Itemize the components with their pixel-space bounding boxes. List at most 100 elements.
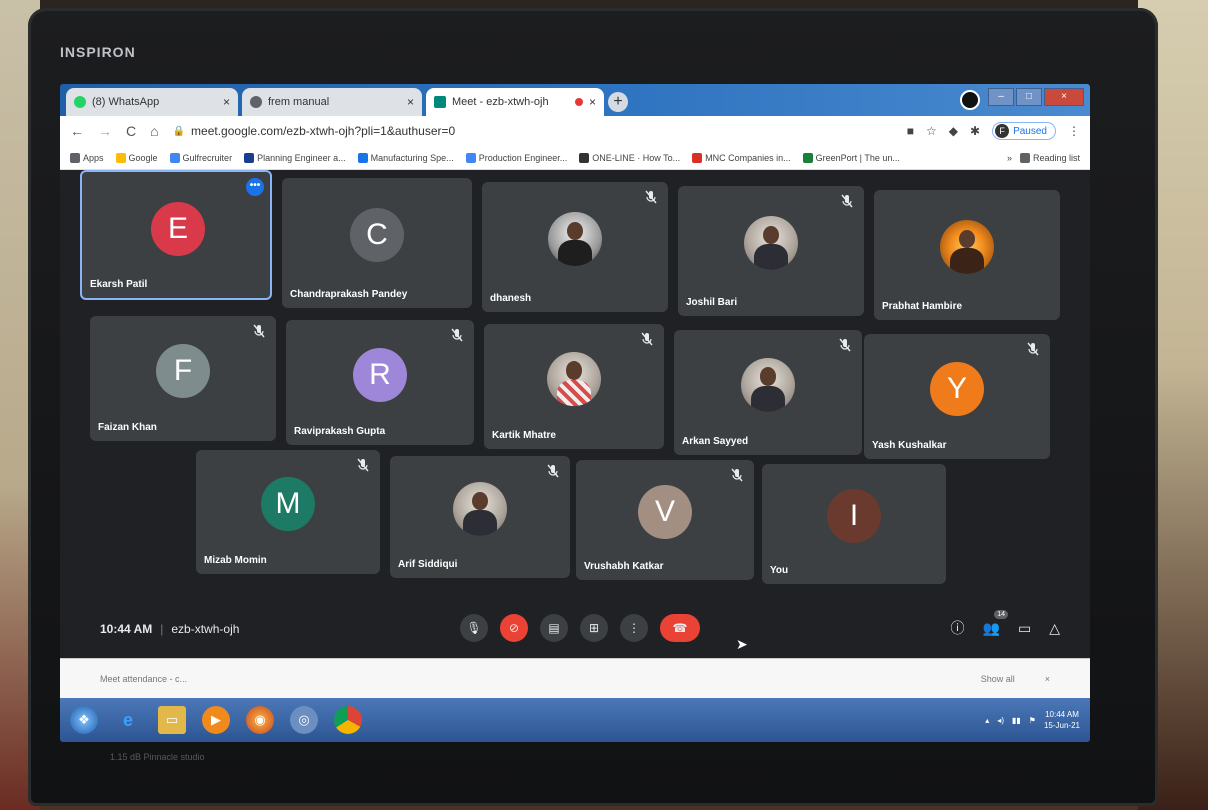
microphone-icon: 🎙 bbox=[466, 621, 482, 635]
bookmark-item[interactable]: Apps bbox=[70, 152, 104, 163]
participant-avatar: V bbox=[638, 485, 692, 539]
participant-tile[interactable]: C Chandraprakash Pandey bbox=[282, 178, 472, 308]
bookmark-item[interactable]: ONE-LINE · How To... bbox=[579, 152, 681, 163]
participant-tile[interactable]: M Mizab Momin bbox=[196, 450, 380, 574]
present-button[interactable]: ⊞ bbox=[580, 614, 608, 642]
participant-tile[interactable]: Arif Siddiqui bbox=[390, 456, 570, 578]
participant-name: Kartik Mhatre bbox=[492, 430, 556, 441]
extension-icon[interactable]: ◆ bbox=[949, 124, 958, 138]
bookmark-label: Google bbox=[128, 152, 158, 163]
reading-list-button[interactable]: Reading list bbox=[1019, 152, 1080, 163]
close-icon[interactable]: × bbox=[223, 95, 230, 109]
leave-call-button[interactable]: ☎ bbox=[660, 614, 700, 642]
windows-start-icon[interactable]: ❖ bbox=[70, 706, 98, 734]
bookmark-item[interactable]: Manufacturing Spe... bbox=[357, 152, 454, 163]
meeting-code: ezb-xtwh-ojh bbox=[171, 622, 240, 636]
bookmark-item[interactable]: Google bbox=[115, 152, 158, 163]
participant-tile[interactable]: E Ekarsh Patil ••• bbox=[80, 170, 272, 300]
chrome-icon[interactable] bbox=[334, 706, 362, 734]
file-explorer-icon[interactable]: ▭ bbox=[158, 706, 186, 734]
participant-tile[interactable]: Kartik Mhatre bbox=[484, 324, 664, 449]
show-all-link[interactable]: Show all bbox=[981, 674, 1015, 684]
close-downloads-icon[interactable]: × bbox=[1045, 674, 1050, 684]
address-bar[interactable]: 🔒 meet.google.com/ezb-xtwh-ojh?pli=1&aut… bbox=[173, 124, 893, 138]
participant-name: Prabhat Hambire bbox=[882, 301, 963, 312]
reload-icon[interactable]: C bbox=[126, 123, 136, 139]
bookmark-favicon-icon bbox=[465, 152, 476, 163]
bookmark-item[interactable]: Gulfrecruiter bbox=[169, 152, 232, 163]
bookmarks-right: » Reading list bbox=[1007, 152, 1080, 163]
chat-icon[interactable]: ▭ bbox=[1018, 620, 1031, 637]
downloads-bar: Meet attendance - c... Show all × bbox=[60, 658, 1090, 698]
more-options-button[interactable]: ⋮ bbox=[620, 614, 648, 642]
close-icon[interactable]: × bbox=[407, 95, 414, 109]
participant-name: Yash Kushalkar bbox=[872, 440, 947, 451]
participant-avatar: I bbox=[827, 489, 881, 543]
participant-tile[interactable]: F Faizan Khan bbox=[90, 316, 276, 441]
network-icon[interactable]: ▮▮ bbox=[1012, 716, 1021, 725]
tab-title: (8) WhatsApp bbox=[92, 96, 160, 108]
mic-off-icon bbox=[450, 328, 464, 342]
activities-icon[interactable]: △ bbox=[1049, 620, 1060, 637]
participant-tile[interactable]: Prabhat Hambire bbox=[874, 190, 1060, 320]
tile-options-button[interactable]: ••• bbox=[246, 178, 264, 196]
download-item[interactable]: Meet attendance - c... bbox=[100, 674, 187, 684]
internet-explorer-icon[interactable]: e bbox=[114, 706, 142, 734]
media-player-icon[interactable]: ▶ bbox=[202, 706, 230, 734]
participant-tile[interactable]: I You bbox=[762, 464, 946, 584]
tab-meet[interactable]: Meet - ezb-xtwh-ojh × bbox=[426, 88, 604, 116]
home-icon[interactable]: ⌂ bbox=[150, 123, 158, 139]
microphone-button[interactable]: 🎙 bbox=[460, 614, 488, 642]
volume-icon[interactable]: ◂) bbox=[997, 716, 1004, 725]
back-arrow-icon[interactable]: ← bbox=[70, 123, 84, 139]
bookmark-label: ONE-LINE · How To... bbox=[592, 152, 681, 163]
taskbar-clock[interactable]: 10:44 AM 15-Jun-21 bbox=[1044, 709, 1080, 731]
participant-name: Arkan Sayyed bbox=[682, 436, 749, 447]
participant-tile[interactable]: V Vrushabh Katkar bbox=[576, 460, 754, 580]
meet-controls: 🎙 ⊘ ▤ ⊞ ⋮ ☎ bbox=[460, 614, 700, 642]
bookmark-item[interactable]: Planning Engineer a... bbox=[244, 152, 346, 163]
whatsapp-icon bbox=[74, 96, 86, 108]
participant-tile[interactable]: R Raviprakash Gupta bbox=[286, 320, 474, 445]
close-window-button[interactable]: × bbox=[1044, 88, 1084, 106]
mic-off-icon bbox=[546, 464, 560, 478]
tab-frem-manual[interactable]: frem manual × bbox=[242, 88, 422, 116]
profile-paused-button[interactable]: F Paused bbox=[992, 122, 1056, 140]
app-icon[interactable]: ◎ bbox=[290, 706, 318, 734]
tab-title: frem manual bbox=[268, 96, 330, 108]
bookmarks-chevron[interactable]: » bbox=[1007, 153, 1012, 163]
meet-stage: E Ekarsh Patil ••• C Chandraprakash Pandey dh… bbox=[60, 170, 1090, 654]
mic-off-icon bbox=[356, 458, 370, 472]
close-icon[interactable]: × bbox=[589, 95, 596, 109]
tab-whatsapp[interactable]: (8) WhatsApp × bbox=[66, 88, 238, 116]
participant-name: dhanesh bbox=[490, 293, 532, 304]
bookmark-favicon-icon bbox=[802, 152, 813, 163]
camera-off-button[interactable]: ⊘ bbox=[500, 614, 528, 642]
captions-button[interactable]: ▤ bbox=[540, 614, 568, 642]
bookmark-label: Production Engineer... bbox=[478, 152, 568, 163]
info-icon[interactable]: ⓘ bbox=[951, 618, 965, 638]
participant-tile[interactable]: Joshil Bari bbox=[678, 186, 864, 316]
forward-arrow-icon[interactable]: → bbox=[98, 123, 112, 139]
bookmark-star-icon[interactable]: ☆ bbox=[926, 124, 937, 138]
people-icon[interactable]: 👥 14 bbox=[983, 609, 1008, 637]
participant-photo bbox=[547, 351, 601, 406]
new-tab-button[interactable]: + bbox=[608, 92, 628, 112]
participant-tile[interactable]: dhanesh bbox=[482, 182, 668, 312]
menu-kebab-icon[interactable]: ⋮ bbox=[1068, 124, 1080, 138]
maximize-button[interactable]: □ bbox=[1016, 88, 1042, 106]
firefox-icon[interactable]: ◉ bbox=[246, 706, 274, 734]
chrome-profile-icon[interactable] bbox=[960, 90, 980, 110]
clock-time: 10:44 AM bbox=[1045, 710, 1079, 719]
bookmark-item[interactable]: MNC Companies in... bbox=[692, 152, 791, 163]
participant-tile[interactable]: Arkan Sayyed bbox=[674, 330, 862, 455]
camera-icon[interactable]: ■ bbox=[907, 124, 914, 138]
participant-name: Joshil Bari bbox=[686, 297, 738, 308]
minimize-button[interactable]: – bbox=[988, 88, 1014, 106]
puzzle-icon[interactable]: ✱ bbox=[970, 124, 980, 138]
tray-arrow-icon[interactable]: ▴ bbox=[985, 716, 989, 725]
bookmark-item[interactable]: GreenPort | The un... bbox=[802, 152, 900, 163]
flag-icon[interactable]: ⚑ bbox=[1029, 716, 1036, 725]
participant-tile[interactable]: Y Yash Kushalkar bbox=[864, 334, 1050, 459]
bookmark-item[interactable]: Production Engineer... bbox=[465, 152, 568, 163]
